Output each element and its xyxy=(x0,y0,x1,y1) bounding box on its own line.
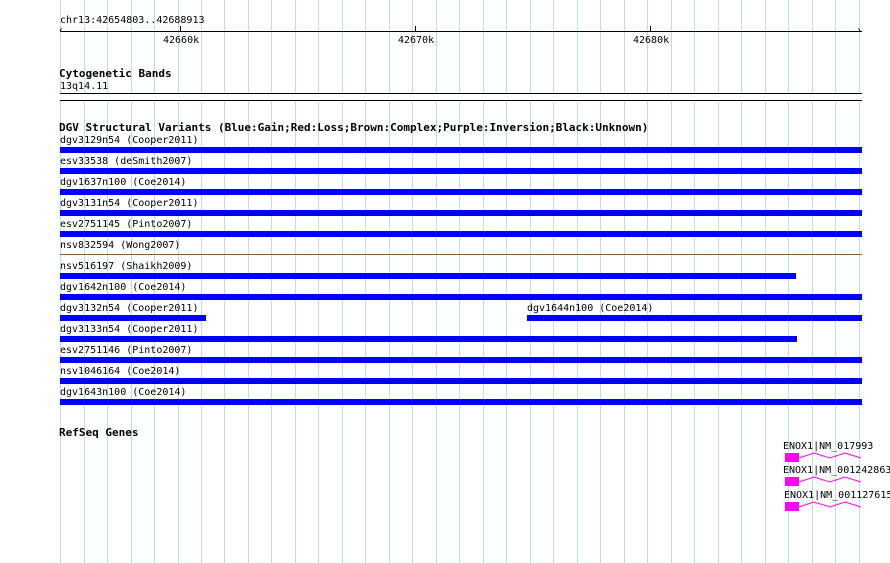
ruler-tick xyxy=(415,26,416,31)
variant-label: dgv3133n54 (Cooper2011) xyxy=(60,324,199,335)
variant-label: esv2751146 (Pinto2007) xyxy=(60,345,193,356)
cytoband-label: 13q14.11 xyxy=(60,81,109,92)
gene-intron[interactable] xyxy=(798,475,862,485)
variant-bar[interactable] xyxy=(60,378,862,384)
ruler-right-arrow: › xyxy=(856,25,863,36)
ruler-tick-label: 42660k xyxy=(163,35,200,46)
ruler-axis xyxy=(60,31,862,32)
ruler-tick-label: 42670k xyxy=(398,35,435,46)
variant-bar[interactable] xyxy=(60,189,862,195)
variant-bar[interactable] xyxy=(527,315,862,321)
ruler-tick xyxy=(650,26,651,31)
gene-exon[interactable] xyxy=(785,477,799,486)
gene-exon[interactable] xyxy=(785,502,799,511)
variant-label: nsv1046164 (Coe2014) xyxy=(60,366,181,377)
variant-label: dgv3129n54 (Cooper2011) xyxy=(60,135,199,146)
ruler-tick-label: 42680k xyxy=(633,35,670,46)
gene-intron[interactable] xyxy=(798,451,862,461)
variant-label: dgv1644n100 (Coe2014) xyxy=(527,303,654,314)
variant-bar[interactable] xyxy=(60,294,862,300)
variant-bar[interactable] xyxy=(60,168,862,174)
variant-label: dgv1643n100 (Coe2014) xyxy=(60,387,187,398)
variant-label: dgv1637n100 (Coe2014) xyxy=(60,177,187,188)
variant-label: dgv3131n54 (Cooper2011) xyxy=(60,198,199,209)
variant-label: esv33538 (deSmith2007) xyxy=(60,156,193,167)
dgv-track-title: DGV Structural Variants (Blue:Gain;Red:L… xyxy=(59,121,649,134)
gene-intron[interactable] xyxy=(798,500,862,510)
ruler-left-arrow: ‹ xyxy=(58,25,65,36)
locus-label: chr13:42654803..42688913 xyxy=(60,15,205,26)
variant-bar[interactable] xyxy=(60,210,862,216)
ruler-tick xyxy=(180,26,181,31)
cytoband-track-title: Cytogenetic Bands xyxy=(59,67,172,80)
variant-bar-complex[interactable] xyxy=(60,254,862,255)
variant-bar[interactable] xyxy=(60,231,862,237)
variant-bar[interactable] xyxy=(60,147,862,153)
gene-exon[interactable] xyxy=(785,453,799,462)
variant-label: nsv516197 (Shaikh2009) xyxy=(60,261,193,272)
refseq-track-title: RefSeq Genes xyxy=(59,426,139,439)
variant-label: dgv1642n100 (Coe2014) xyxy=(60,282,187,293)
cytoband-bar[interactable] xyxy=(60,93,862,101)
variant-bar[interactable] xyxy=(60,273,796,279)
variant-bar[interactable] xyxy=(60,399,862,405)
variant-bar[interactable] xyxy=(60,357,862,363)
variant-bar[interactable] xyxy=(60,315,206,321)
variant-bar[interactable] xyxy=(60,336,797,342)
variant-label: dgv3132n54 (Cooper2011) xyxy=(60,303,199,314)
variant-label: esv2751145 (Pinto2007) xyxy=(60,219,193,230)
variant-label: nsv832594 (Wong2007) xyxy=(60,240,181,251)
